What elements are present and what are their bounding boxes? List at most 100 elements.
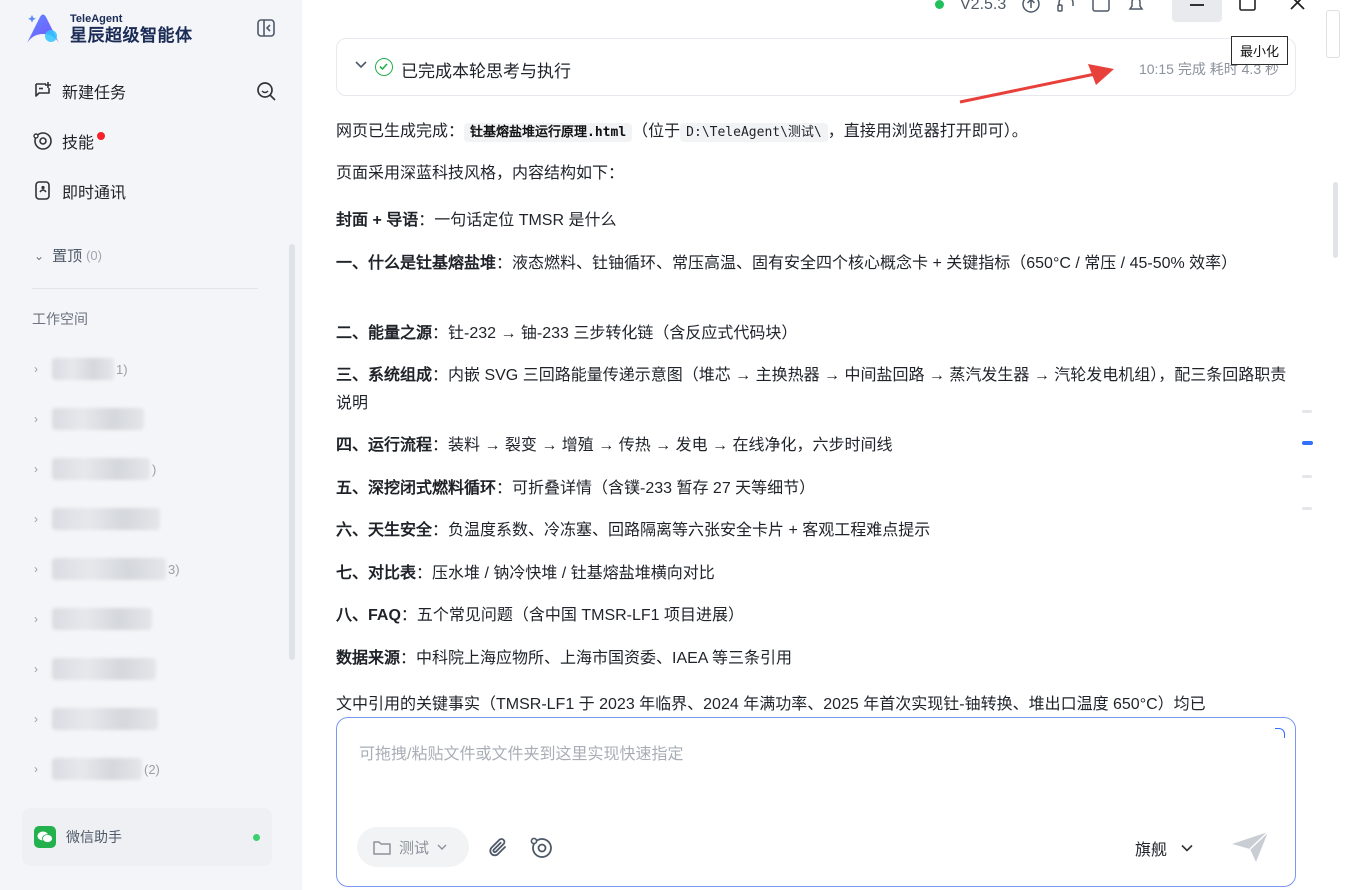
outline-marker[interactable]	[1302, 475, 1312, 478]
pinned-count: (0)	[86, 248, 102, 263]
chevron-right-icon: ›	[34, 362, 38, 376]
maximize-icon[interactable]	[1237, 0, 1259, 16]
chevron-down-icon	[1181, 844, 1193, 852]
outline-head: 四、运行流程	[336, 437, 433, 454]
outline-item: 封面 + 导语：一句话定位 TMSR 是什么	[336, 207, 1296, 235]
outline-head: 一、什么是钍基熔盐堆	[336, 255, 497, 272]
im-nav[interactable]: 即时通讯	[32, 179, 126, 203]
outline-head: 六、天生安全	[336, 522, 433, 539]
search-icon[interactable]	[255, 80, 277, 102]
chevron-right-icon: ›	[34, 712, 38, 726]
new-task-button[interactable]: 新建任务	[32, 79, 126, 103]
outline-item: 四、运行流程：装料 → 裂变 → 增殖 → 传热 → 发电 → 在线净化，六步时…	[336, 432, 1296, 460]
chat-input-placeholder: 可拖拽/粘贴文件或文件夹到这里实现快速指定	[359, 746, 684, 763]
redacted-text	[52, 608, 152, 630]
path-code[interactable]: D:\TeleAgent\测试\	[680, 123, 828, 142]
sidebar: TeleAgent 星辰超级智能体 新建任务 技能 即时通讯 ⌄ 置顶 (0) …	[0, 0, 302, 890]
chevron-right-icon: ›	[34, 662, 38, 676]
outline-head: 七、对比表	[336, 565, 417, 582]
chevron-down-icon[interactable]	[355, 60, 367, 70]
outline-body: ：钍-232 → 铀-233 三步转化链（含反应式代码块）	[432, 325, 798, 342]
send-icon[interactable]	[1229, 830, 1271, 864]
skills-label: 技能	[62, 135, 95, 152]
workspace-item[interactable]: › 3)	[34, 557, 180, 581]
chat-input-box[interactable]: 可拖拽/粘贴文件或文件夹到这里实现快速指定 测试 旗舰	[336, 717, 1296, 887]
new-task-label: 新建任务	[62, 85, 127, 102]
chevron-right-icon: ›	[34, 412, 38, 426]
model-label: 旗舰	[1135, 842, 1168, 859]
model-selector[interactable]: 旗舰	[1135, 836, 1193, 860]
outline-item: 六、天生安全：负温度系数、冷冻塞、回路隔离等六张安全卡片 + 客观工程难点提示	[336, 517, 1296, 545]
minimize-button[interactable]	[1172, 0, 1222, 22]
workspace-item-count: )	[152, 461, 157, 477]
outline-body: ：一句话定位 TMSR 是什么	[418, 212, 617, 229]
outline-body: ：中科院上海应物所、上海市国资委、IAEA 等三条引用	[400, 650, 793, 667]
chevron-right-icon: ›	[34, 612, 38, 626]
redacted-text	[52, 408, 144, 430]
wechat-assistant[interactable]: 微信助手	[22, 808, 272, 866]
window-icon[interactable]	[1090, 0, 1112, 14]
outline-body: ：负温度系数、冷冻塞、回路隔离等六张安全卡片 + 客观工程难点提示	[432, 522, 931, 539]
redacted-text	[52, 558, 166, 580]
brand: TeleAgent 星辰超级智能体	[24, 12, 193, 46]
online-status-dot	[253, 833, 260, 841]
chevron-down-icon: ⌄	[34, 248, 45, 263]
outline-head: 八、FAQ	[336, 607, 401, 624]
outline-head: 二、能量之源	[336, 325, 433, 342]
check-circle-icon	[375, 58, 393, 76]
chevron-down-icon	[437, 844, 447, 850]
skill-icon[interactable]	[529, 834, 555, 860]
sidebar-collapse-icon[interactable]	[256, 18, 276, 38]
outline-item: 五、深挖闭式燃料循环：可折叠详情（含镤-233 暂存 27 天等细节）	[336, 475, 1296, 503]
redacted-text	[52, 508, 160, 530]
folder-selector[interactable]: 测试	[357, 827, 469, 867]
pinned-section-toggle[interactable]: ⌄ 置顶 (0)	[34, 245, 102, 266]
outline-item: 数据来源：中科院上海应物所、上海市国资委、IAEA 等三条引用	[336, 645, 1296, 673]
workspace-item[interactable]: ›	[34, 657, 156, 681]
headset-icon[interactable]	[1055, 0, 1077, 14]
annotation-arrow-icon	[959, 64, 1114, 104]
workspace-item[interactable]: ›	[34, 607, 152, 631]
sidebar-scrollbar[interactable]	[289, 244, 295, 660]
workspace-item[interactable]: › 1)	[34, 357, 128, 381]
workspace-item[interactable]: › )	[34, 457, 156, 481]
redacted-text	[52, 458, 150, 480]
folder-icon	[373, 840, 391, 855]
im-label: 即时通讯	[62, 185, 127, 202]
pinned-label: 置顶	[52, 248, 83, 265]
task-status-card[interactable]: 已完成本轮思考与执行 10:15 完成 耗时 4.3 秒	[336, 38, 1296, 96]
upload-icon[interactable]	[1020, 0, 1042, 14]
paperclip-icon[interactable]	[487, 836, 511, 860]
skills-nav[interactable]: 技能	[32, 129, 106, 153]
wechat-icon	[34, 826, 56, 848]
workspace-item[interactable]: ›	[34, 407, 144, 431]
redacted-text	[52, 758, 142, 780]
outline-head: 三、系统组成	[336, 367, 433, 384]
workspace-item[interactable]: ›	[34, 507, 160, 531]
outline-marker[interactable]	[1302, 507, 1312, 510]
close-icon[interactable]	[1287, 0, 1309, 16]
workspace-item-count: 3)	[168, 561, 180, 577]
bell-icon[interactable]	[1125, 0, 1147, 14]
outline-marker[interactable]	[1302, 410, 1312, 413]
file-name-code[interactable]: 钍基熔盐堆运行原理.html	[464, 123, 633, 142]
content-scrollbar[interactable]	[1333, 182, 1338, 258]
connection-status-dot	[935, 0, 944, 9]
drag-handle[interactable]	[1326, 10, 1340, 58]
divider	[32, 288, 258, 289]
message-line: 网页已生成完成： 钍基熔盐堆运行原理.html （位于 D:\TeleAgent\测试…	[336, 118, 1296, 147]
expand-icon[interactable]	[1275, 728, 1285, 738]
minimize-icon	[1190, 4, 1204, 6]
workspace-item[interactable]: › (2)	[34, 757, 160, 781]
status-text: 已完成本轮思考与执行	[401, 62, 571, 81]
text: 网页已生成完成：	[336, 123, 465, 140]
outline-marker-active[interactable]	[1302, 441, 1313, 445]
chevron-right-icon: ›	[34, 562, 38, 576]
chat-icon	[35, 181, 50, 200]
workspace-item[interactable]: ›	[34, 707, 158, 731]
wechat-label: 微信助手	[66, 829, 122, 845]
version-label: V2.5.3	[960, 0, 1007, 13]
brand-name-cn: 星辰超级智能体	[70, 25, 193, 45]
minimize-tooltip: 最小化	[1231, 36, 1289, 65]
outline-item: 八、FAQ：五个常见问题（含中国 TMSR-LF1 项目进展）	[336, 602, 1296, 630]
